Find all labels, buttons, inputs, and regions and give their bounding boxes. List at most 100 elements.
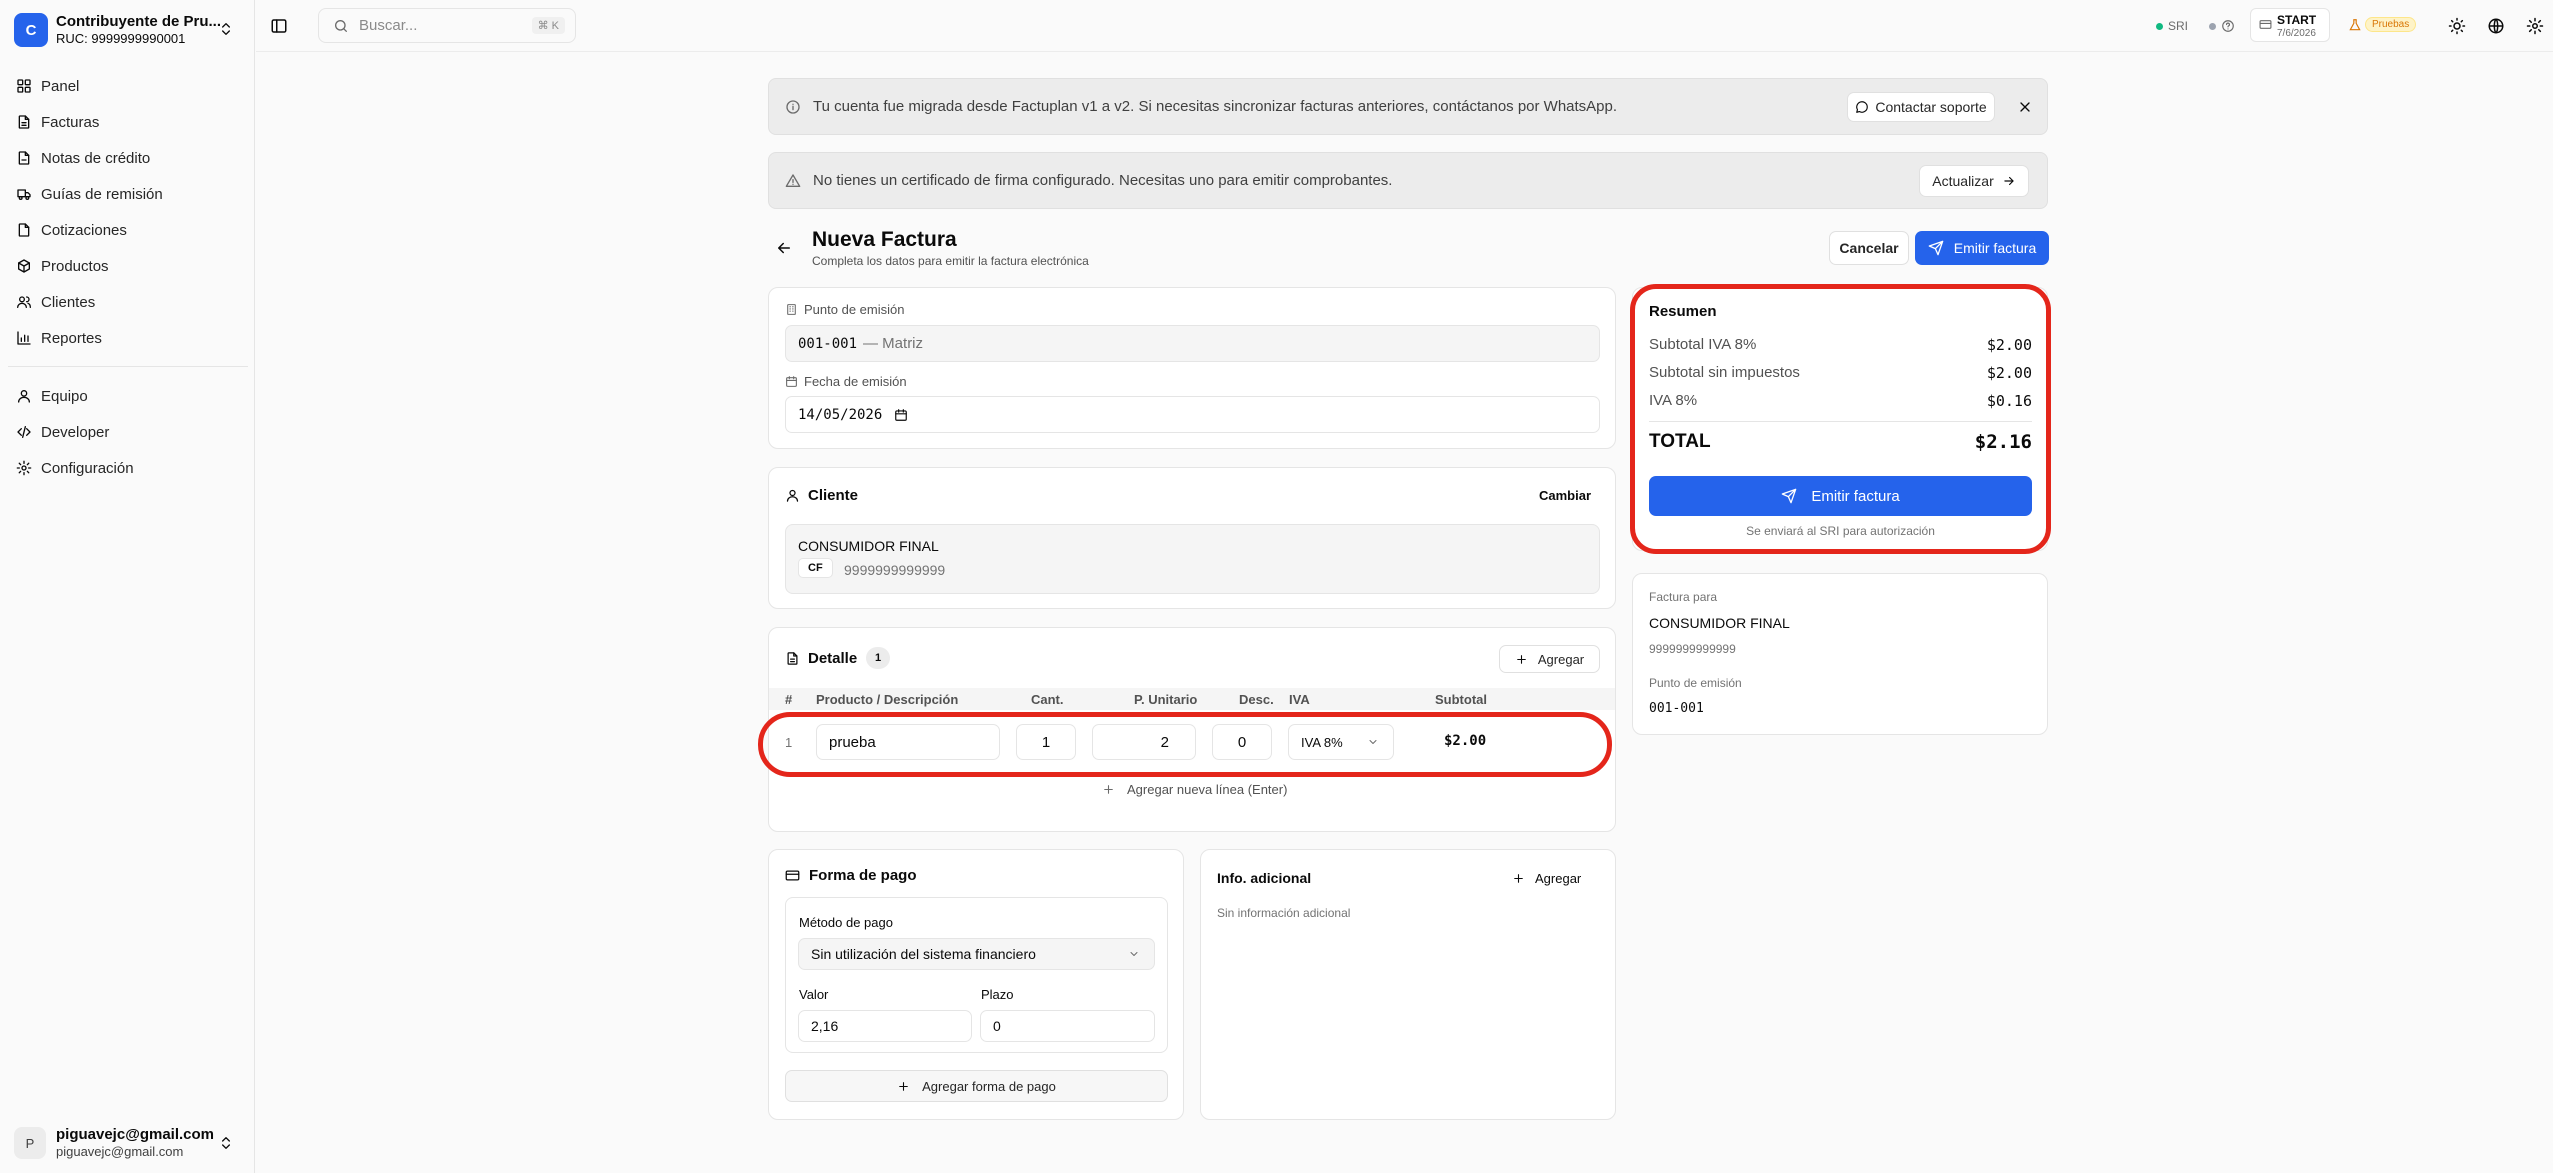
sidebar-divider <box>8 366 248 367</box>
file-quote-icon <box>16 222 41 238</box>
help-status[interactable] <box>2209 19 2235 33</box>
dashboard-icon <box>16 78 41 94</box>
emit-invoice-button[interactable]: Emitir factura <box>1915 231 2049 265</box>
column-discount: Desc. <box>1239 692 1274 707</box>
sun-icon[interactable] <box>2448 17 2466 35</box>
invoice-for-label: Factura para <box>1649 590 1718 604</box>
sidebar-item-label: Guías de remisión <box>41 185 163 203</box>
send-icon <box>1928 240 1944 256</box>
emission-point-label: Punto de emisión <box>785 302 904 317</box>
add-payment-label: Agregar forma de pago <box>922 1078 1056 1094</box>
help-circle-icon <box>2221 19 2235 33</box>
sidebar-item-label: Configuración <box>41 459 134 477</box>
gear-icon[interactable] <box>2526 17 2544 35</box>
sri-label: SRI <box>2168 19 2189 33</box>
user-email: piguavejc@gmail.com <box>56 1144 184 1160</box>
bar-chart-icon <box>16 330 41 346</box>
sidebar-item-developer[interactable]: Developer <box>8 414 248 450</box>
cancel-button[interactable]: Cancelar <box>1829 231 1909 265</box>
contact-support-button[interactable]: Contactar soporte <box>1847 92 1995 122</box>
sidebar-item-label: Clientes <box>41 293 96 311</box>
chevron-down-icon <box>1128 948 1140 960</box>
code-icon <box>16 424 41 440</box>
payment-term-input[interactable]: 0 <box>980 1010 1155 1042</box>
sidebar-item-configuracion[interactable]: Configuración <box>8 450 248 486</box>
payment-method-value: Sin utilización del sistema financiero <box>811 946 1036 962</box>
column-subtotal: Subtotal <box>1435 692 1487 707</box>
search-icon <box>333 18 349 34</box>
certificate-text: No tienes un certificado de firma config… <box>813 172 1393 189</box>
sidebar-item-clientes[interactable]: Clientes <box>8 284 248 320</box>
page-subtitle: Completa los datos para emitir la factur… <box>812 254 1089 268</box>
client-info-box: CONSUMIDOR FINAL CF 9999999999999 <box>785 524 1600 594</box>
extra-info-card <box>1200 849 1616 1120</box>
update-button[interactable]: Actualizar <box>1919 165 2029 197</box>
detail-count-badge: 1 <box>866 647 890 669</box>
calendar-picker-icon[interactable] <box>894 408 908 422</box>
plan-date: 7/6/2026 <box>2277 28 2316 39</box>
sidebar-item-reportes[interactable]: Reportes <box>8 320 248 356</box>
client-type-badge: CF <box>798 558 833 578</box>
page-title: Nueva Factura <box>812 228 957 251</box>
column-unit-price: P. Unitario <box>1134 692 1198 707</box>
add-extra-info-button[interactable]: Agregar <box>1512 871 1581 886</box>
add-item-label: Agregar <box>1537 651 1585 667</box>
add-payment-button[interactable]: Agregar forma de pago <box>785 1070 1168 1102</box>
change-client-button[interactable]: Cambiar <box>1539 488 1591 503</box>
message-circle-icon <box>1855 100 1869 114</box>
file-text-icon <box>785 651 800 666</box>
building-icon <box>785 303 804 316</box>
emission-date-input[interactable]: 14/05/2026 <box>785 396 1600 433</box>
sidebar-item-equipo[interactable]: Equipo <box>8 378 248 414</box>
invoice-point-value: 001-001 <box>1649 701 1704 716</box>
sidebar-item-guias[interactable]: Guías de remisión <box>8 176 248 212</box>
gear-icon <box>16 460 41 476</box>
sidebar-item-label: Cotizaciones <box>41 221 127 239</box>
user-name: piguavejc@gmail.com <box>56 1125 215 1143</box>
chevron-up-down-icon <box>218 21 234 37</box>
payment-title: Forma de pago <box>809 867 917 884</box>
environment-badge: Pruebas <box>2365 17 2417 32</box>
payment-method-select[interactable]: Sin utilización del sistema financiero <box>798 938 1155 970</box>
sidebar-item-facturas[interactable]: Facturas <box>8 104 248 140</box>
emission-point-label-text: Punto de emisión <box>804 302 905 317</box>
avatar: P <box>14 1127 46 1159</box>
close-icon[interactable] <box>2017 99 2033 115</box>
info-icon <box>785 99 801 115</box>
column-qty: Cant. <box>1031 692 1064 707</box>
search-shortcut: ⌘ K <box>531 17 565 34</box>
user-icon <box>16 388 41 404</box>
chevron-up-down-icon <box>218 1135 234 1151</box>
user-menu[interactable]: P piguavejc@gmail.com piguavejc@gmail.co… <box>14 1122 242 1164</box>
org-switcher[interactable]: C Contribuyente de Pru... RUC: 999999999… <box>14 10 242 50</box>
add-line-label: Agregar nueva línea (Enter) <box>1127 782 1288 797</box>
warning-icon <box>785 173 801 189</box>
column-iva: IVA <box>1289 692 1310 707</box>
emission-point-code: 001-001 <box>798 335 858 352</box>
emission-date-label: Fecha de emisión <box>785 374 907 389</box>
column-product: Producto / Descripción <box>816 692 959 707</box>
globe-icon[interactable] <box>2487 17 2505 35</box>
status-dot <box>2156 22 2163 30</box>
add-line-button[interactable]: Agregar nueva línea (Enter) <box>1102 782 1287 797</box>
sidebar-toggle-icon[interactable] <box>270 17 288 35</box>
back-arrow-icon[interactable] <box>775 239 793 257</box>
sidebar: C Contribuyente de Pru... RUC: 999999999… <box>0 0 255 1173</box>
emission-date-value: 14/05/2026 <box>798 406 883 423</box>
add-item-button[interactable]: Agregar <box>1499 645 1600 673</box>
payment-method-label: Método de pago <box>799 915 893 930</box>
sidebar-item-panel[interactable]: Panel <box>8 68 248 104</box>
sidebar-item-label: Panel <box>41 77 80 95</box>
search-input[interactable]: Buscar... ⌘ K <box>318 8 576 43</box>
sidebar-item-notas-credito[interactable]: Notas de crédito <box>8 140 248 176</box>
sri-status[interactable]: SRI <box>2156 19 2188 33</box>
emission-point-select[interactable]: 001-001 — Matriz <box>785 325 1600 362</box>
update-label: Actualizar <box>1932 173 1994 189</box>
contact-support-label: Contactar soporte <box>1875 99 1987 115</box>
sidebar-item-productos[interactable]: Productos <box>8 248 248 284</box>
sidebar-item-cotizaciones[interactable]: Cotizaciones <box>8 212 248 248</box>
client-id: 9999999999999 <box>844 562 946 578</box>
plan-badge[interactable]: START 7/6/2026 <box>2250 8 2330 42</box>
payment-value-input[interactable]: 2,16 <box>798 1010 972 1042</box>
arrow-right-icon <box>2002 174 2016 188</box>
